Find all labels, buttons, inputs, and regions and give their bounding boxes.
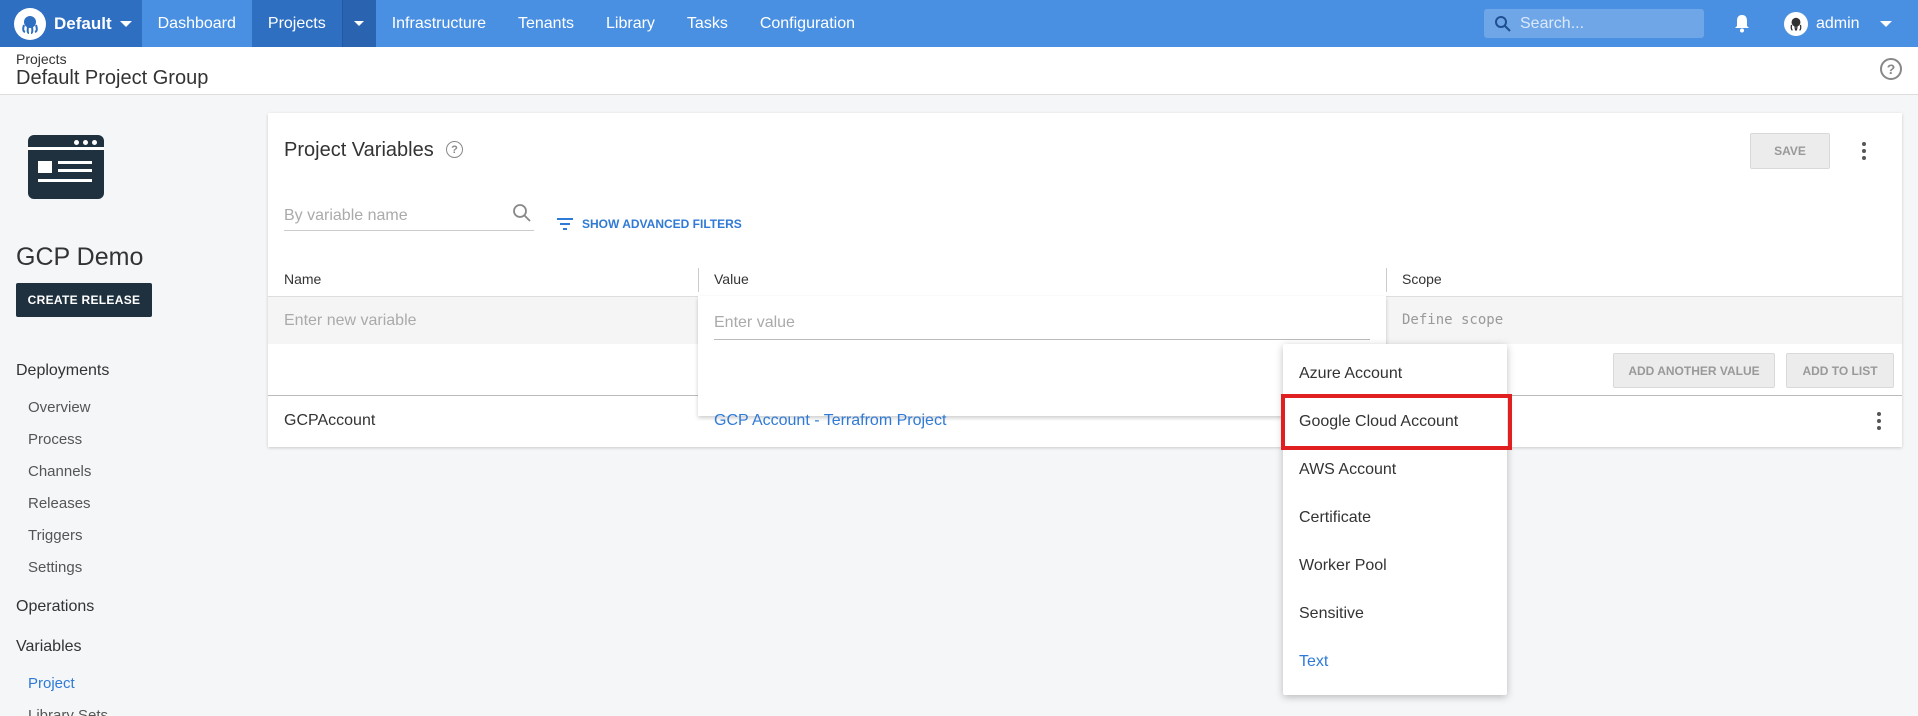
sidebar-variables[interactable]: Variables [16, 638, 82, 656]
space-name: Default [54, 13, 112, 33]
chevron-down-icon [1879, 20, 1892, 27]
nav-infrastructure[interactable]: Infrastructure [376, 0, 502, 47]
nav-dashboard[interactable]: Dashboard [142, 0, 252, 47]
show-advanced-filters-button[interactable]: SHOW ADVANCED FILTERS [556, 216, 742, 232]
add-another-value-button[interactable]: ADD ANOTHER VALUE [1613, 353, 1775, 388]
bell-icon[interactable] [1731, 12, 1753, 34]
add-to-list-button[interactable]: ADD TO LIST [1786, 353, 1894, 388]
variable-type-menu: Azure Account Google Cloud Account AWS A… [1283, 344, 1507, 695]
advanced-filters-label: SHOW ADVANCED FILTERS [582, 217, 742, 231]
create-release-button[interactable]: CREATE RELEASE [16, 283, 152, 317]
projects-dropdown-toggle[interactable] [341, 0, 376, 47]
table-row[interactable]: GCPAccount GCP Account - Terrafrom Proje… [268, 396, 1902, 446]
sidebar-item-triggers[interactable]: Triggers [28, 527, 82, 544]
sidebar-item-settings[interactable]: Settings [28, 559, 82, 576]
search-input[interactable]: Search... [1484, 9, 1704, 38]
user-menu[interactable]: admin [1784, 0, 1892, 47]
search-icon [513, 204, 531, 222]
menu-item-text[interactable]: Text [1283, 638, 1507, 686]
filter-icon [557, 218, 573, 230]
column-divider [698, 268, 699, 292]
help-icon[interactable]: ? [1880, 58, 1902, 80]
card-title: Project Variables [284, 139, 434, 161]
menu-item-azure-account[interactable]: Azure Account [1283, 350, 1507, 398]
breadcrumb[interactable]: Projects [16, 51, 67, 67]
menu-item-google-cloud-account[interactable]: Google Cloud Account [1283, 398, 1507, 446]
menu-item-sensitive[interactable]: Sensitive [1283, 590, 1507, 638]
page-header: Projects Default Project Group ? [0, 47, 1918, 95]
nav-tenants[interactable]: Tenants [502, 0, 590, 47]
space-switcher[interactable]: Default [0, 0, 142, 47]
filter-placeholder: By variable name [284, 207, 408, 224]
sidebar-item-project[interactable]: Project [28, 675, 75, 692]
save-button[interactable]: SAVE [1750, 133, 1830, 169]
chevron-down-icon [354, 21, 365, 26]
sidebar-item-releases[interactable]: Releases [28, 495, 91, 512]
nav-projects[interactable]: Projects [251, 0, 342, 47]
sidebar-item-overview[interactable]: Overview [28, 399, 91, 416]
sidebar-deployments[interactable]: Deployments [16, 362, 109, 380]
sidebar-item-process[interactable]: Process [28, 431, 82, 448]
page-title: Default Project Group [16, 67, 209, 89]
project-logo-icon [28, 135, 104, 199]
column-divider [1386, 268, 1387, 292]
chevron-down-icon [119, 20, 132, 27]
project-sidebar: GCP Demo CREATE RELEASE Deployments Over… [0, 95, 260, 716]
sidebar-item-library-sets[interactable]: Library Sets [28, 707, 108, 716]
top-nav-bar: Default Dashboard Projects Infrastructur… [0, 0, 1918, 47]
variable-value-link[interactable]: GCP Account - Terrafrom Project [714, 412, 946, 430]
username: admin [1816, 14, 1860, 32]
menu-item-certificate[interactable]: Certificate [1283, 494, 1507, 542]
variable-name-filter-input[interactable]: By variable name [284, 201, 534, 231]
value-input[interactable]: Enter value [714, 308, 1370, 340]
avatar [1784, 11, 1808, 36]
octopus-logo-icon [14, 7, 46, 40]
nav-configuration[interactable]: Configuration [744, 0, 871, 47]
sidebar-item-channels[interactable]: Channels [28, 463, 91, 480]
column-header-value: Value [714, 271, 749, 287]
menu-item-aws-account[interactable]: AWS Account [1283, 446, 1507, 494]
project-name: GCP Demo [16, 243, 144, 271]
search-icon [1495, 15, 1511, 32]
variable-name: GCPAccount [284, 412, 376, 429]
help-icon[interactable]: ? [446, 141, 463, 158]
new-variable-name-input[interactable]: Enter new variable [284, 312, 417, 330]
column-header-name: Name [284, 271, 322, 287]
sidebar-operations[interactable]: Operations [16, 598, 94, 616]
project-variables-card: Project Variables ? SAVE By variable nam… [268, 113, 1902, 447]
nav-tasks[interactable]: Tasks [671, 0, 744, 47]
more-options-icon[interactable] [1862, 142, 1866, 163]
search-placeholder: Search... [1520, 14, 1585, 32]
menu-item-worker-pool[interactable]: Worker Pool [1283, 542, 1507, 590]
define-scope-input[interactable]: Define scope [1402, 312, 1503, 328]
row-more-options-icon[interactable] [1877, 412, 1881, 433]
column-header-scope: Scope [1402, 271, 1442, 287]
nav-library[interactable]: Library [590, 0, 671, 47]
